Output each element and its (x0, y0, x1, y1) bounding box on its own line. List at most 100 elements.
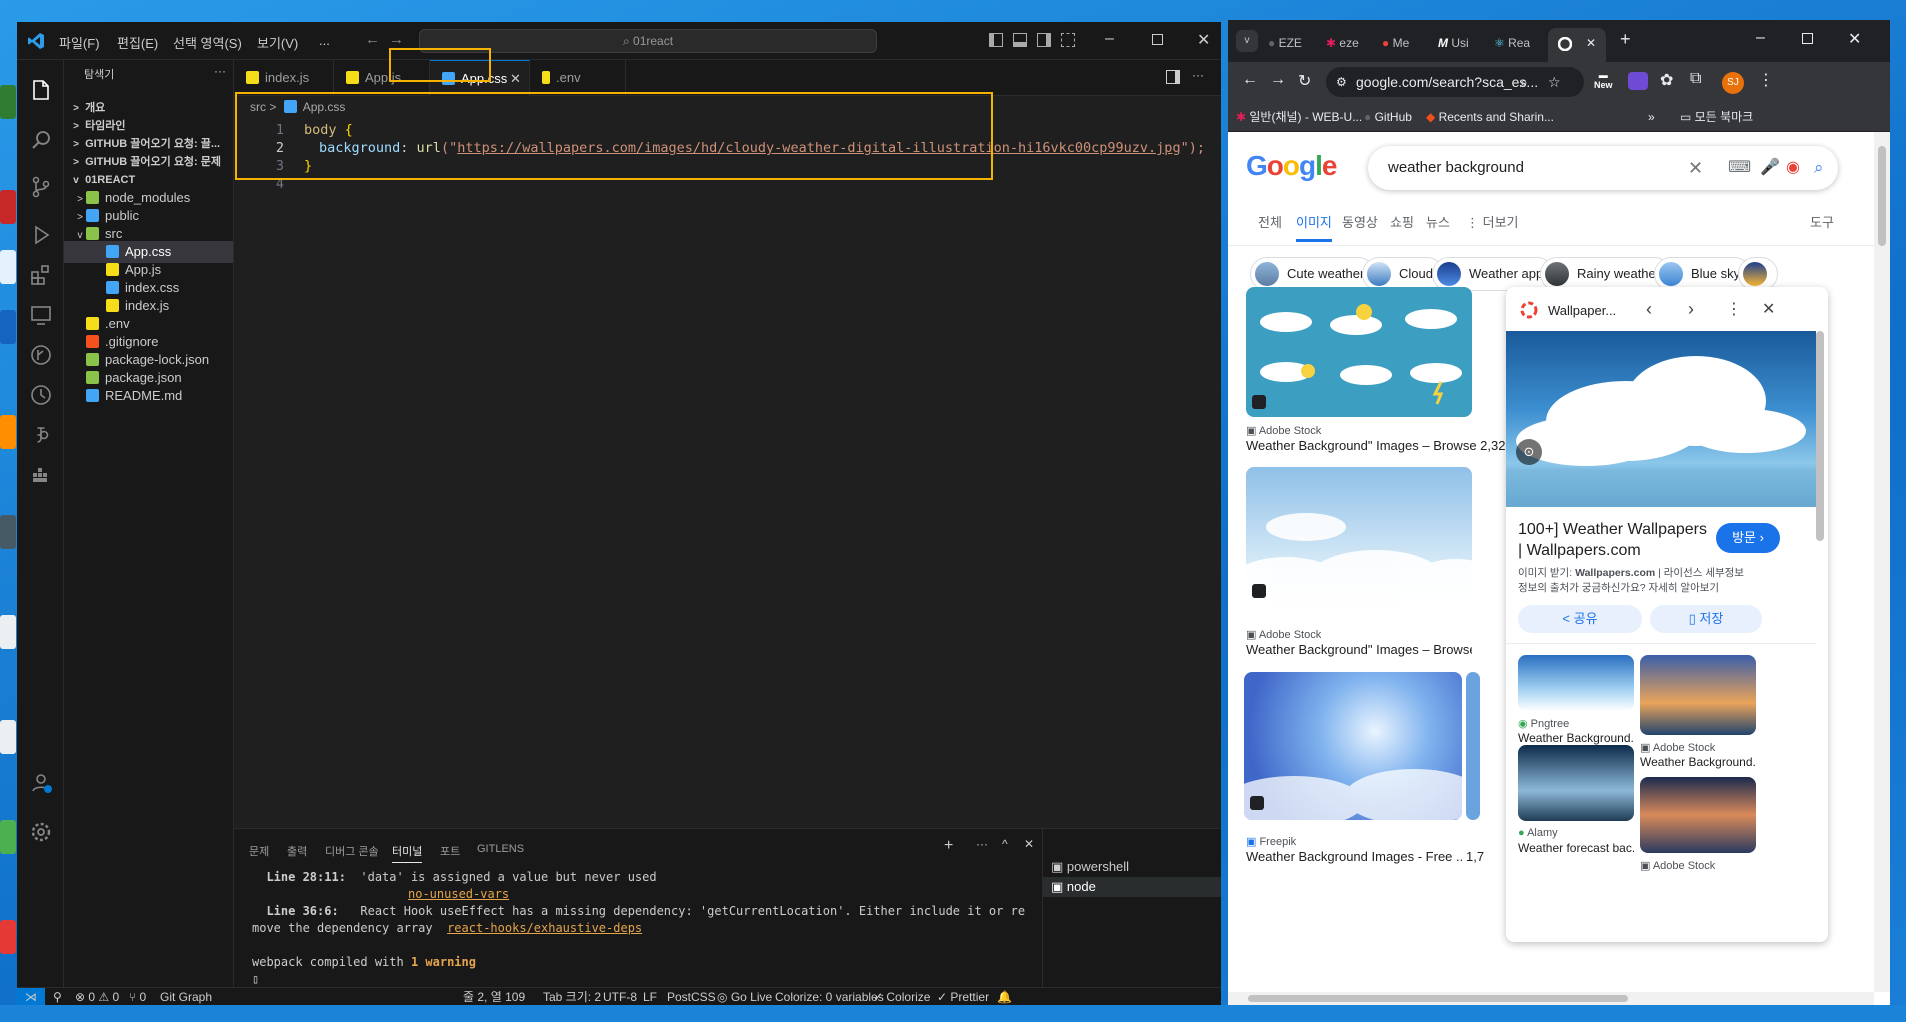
chrome-menu-icon[interactable]: ⋮ (1758, 70, 1774, 90)
preview-more-icon[interactable]: ⋮ (1726, 299, 1742, 319)
bookmarks-overflow-icon[interactable]: » (1648, 102, 1655, 132)
tab-terminal[interactable]: 터미널 (392, 843, 423, 863)
source-control-icon[interactable] (29, 175, 53, 199)
command-center[interactable]: ⌕ 01react (419, 29, 877, 53)
extension-flower-icon[interactable]: ✿ (1660, 70, 1673, 90)
result-image[interactable] (1246, 467, 1472, 607)
search-tools[interactable]: 도구 (1810, 212, 1834, 231)
tab-output[interactable]: 출력 (287, 843, 307, 859)
preview-next-icon[interactable]: › (1688, 299, 1694, 320)
search-tab-all[interactable]: 전체 (1258, 212, 1282, 231)
close-icon[interactable]: ✕ (1197, 30, 1210, 50)
editor-more-icon[interactable]: ··· (1192, 68, 1204, 82)
tab-search-icon[interactable]: v (1236, 30, 1258, 52)
prettier-status[interactable]: ✓ Prettier (937, 988, 989, 1005)
bookmark-github[interactable]: ● GitHub (1364, 102, 1412, 132)
chip-cute-weather[interactable]: Cute weather (1250, 257, 1376, 291)
result-image[interactable] (1244, 672, 1462, 820)
clear-icon[interactable]: ✕ (1688, 146, 1703, 190)
split-editor-icon[interactable] (1166, 70, 1180, 84)
extensions-icon[interactable] (29, 263, 53, 287)
end-of-line[interactable]: LF (643, 988, 657, 1005)
desktop-icon[interactable] (0, 820, 16, 854)
ports-status[interactable]: ⑂ 0 (129, 988, 146, 1005)
google-logo[interactable]: Google (1246, 150, 1337, 182)
remote-indicator-icon[interactable]: ⋊ (17, 988, 45, 1005)
indentation[interactable]: Tab 크기: 2 (543, 988, 601, 1005)
chip-blue-sky[interactable]: Blue sky (1654, 257, 1752, 291)
result-image-partial[interactable] (1466, 672, 1480, 820)
chip-weather-app[interactable]: Weather app (1432, 257, 1555, 291)
preview-learn-more[interactable]: 정보의 출처가 궁금하신가요? 자세히 알아보기 (1518, 580, 1719, 595)
forward-arrow-icon[interactable]: → (1270, 71, 1286, 89)
page-scrollbar-horizontal[interactable] (1228, 992, 1874, 1005)
tab-debug-console[interactable]: 디버그 콘솔 (325, 843, 379, 859)
nav-forward-icon[interactable]: → (389, 31, 404, 48)
breadcrumb-file[interactable]: App.css (303, 100, 346, 114)
search-icon[interactable] (29, 128, 53, 152)
url-link[interactable]: https://wallpapers.com/images/hd/cloudy-… (457, 140, 1180, 156)
chip-rainy-weather[interactable]: Rainy weather (1540, 257, 1672, 291)
nav-back-icon[interactable]: ← (365, 31, 380, 48)
panel-more-icon[interactable]: ··· (976, 837, 988, 851)
code-editor[interactable]: 1 2 3 4 body { background: url("https://… (234, 118, 1221, 828)
colorize-variables[interactable]: Colorize: 0 variables (775, 988, 884, 1005)
desktop-icon[interactable] (0, 250, 16, 284)
desktop-icon[interactable] (0, 920, 16, 954)
colorize-status[interactable]: ✓ Colorize (873, 988, 930, 1005)
related-title[interactable]: Weather forecast bac... (1518, 841, 1634, 855)
scrollbar-thumb[interactable] (1248, 995, 1628, 1002)
license-site[interactable]: Wallpapers.com (1575, 567, 1655, 579)
desktop-icon[interactable] (0, 190, 16, 224)
preview-scrollbar[interactable] (1816, 331, 1824, 541)
encoding[interactable]: UTF-8 (603, 988, 637, 1005)
related-image[interactable] (1518, 655, 1634, 711)
search-box[interactable]: weather background ✕ ⌨ 🎤 ◉ ⌕ (1368, 146, 1838, 190)
preview-prev-icon[interactable]: ‹ (1646, 299, 1652, 320)
chrome-tab[interactable]: ● Me (1382, 28, 1432, 62)
close-tab-icon[interactable]: ✕ (1586, 28, 1596, 58)
chrome-tab[interactable]: ● EZE (1268, 28, 1320, 62)
extensions-puzzle-icon[interactable]: ⧉ (1690, 70, 1701, 88)
desktop-icon[interactable] (0, 720, 16, 754)
lint-rule-link[interactable]: no-unused-vars (408, 887, 509, 901)
language-mode[interactable]: PostCSS (667, 988, 716, 1005)
desktop-icon[interactable] (0, 310, 16, 344)
remote-explorer-icon[interactable] (29, 303, 53, 327)
reload-icon[interactable]: ↻ (1298, 71, 1311, 91)
new-tab-icon[interactable]: + (1620, 29, 1631, 50)
customize-layout-icon[interactable] (1061, 33, 1075, 47)
preview-close-icon[interactable]: ✕ (1762, 299, 1775, 319)
profile-avatar[interactable]: SJ (1722, 72, 1744, 94)
search-tab-images[interactable]: 이미지 (1296, 212, 1332, 242)
terminal-output[interactable]: Line 28:11: 'data' is assigned a value b… (252, 869, 1025, 988)
tab-app-js[interactable]: App.js (334, 60, 430, 96)
tab-app-css[interactable]: App.css ✕ (430, 60, 530, 96)
close-icon[interactable]: ✕ (1848, 29, 1861, 49)
chrome-tab[interactable]: M Usi (1438, 28, 1488, 62)
related-title[interactable]: Weather Background... (1518, 731, 1634, 745)
lens-search-icon[interactable]: ⊙ (1516, 439, 1542, 465)
preview-site-name[interactable]: Wallpaper... (1548, 303, 1616, 318)
timeline-icon[interactable] (29, 383, 53, 407)
menu-view[interactable]: 보기(V) (257, 33, 298, 52)
search-tab-videos[interactable]: 동영상 (1342, 212, 1378, 231)
preview-title[interactable]: 100+] Weather Wallpapers | Wallpapers.com (1518, 519, 1707, 561)
desktop-icon[interactable] (0, 85, 16, 119)
result-title[interactable]: Weather Background" Images – Browse 2,32… (1246, 438, 1508, 453)
maximize-icon[interactable] (1152, 34, 1163, 45)
desktop-icon[interactable] (0, 415, 16, 449)
voice-search-icon[interactable]: 🎤 (1760, 146, 1780, 190)
chip-overflow[interactable] (1738, 257, 1778, 291)
sidebar-more-icon[interactable]: ··· (214, 64, 226, 78)
menu-selection[interactable]: 선택 영역(S) (173, 33, 242, 52)
back-arrow-icon[interactable]: ← (1242, 71, 1258, 89)
sync-icon[interactable]: ⚲ (53, 988, 62, 1005)
share-button[interactable]: < 공유 (1518, 605, 1642, 633)
figma-icon[interactable] (29, 423, 53, 447)
minimize-icon[interactable]: – (1756, 29, 1765, 47)
tab-gitlens[interactable]: GITLENS (477, 843, 524, 855)
menu-edit[interactable]: 편집(E) (117, 33, 158, 52)
keyboard-icon[interactable]: ⌨ (1728, 146, 1751, 190)
desktop-icon[interactable] (0, 615, 16, 649)
